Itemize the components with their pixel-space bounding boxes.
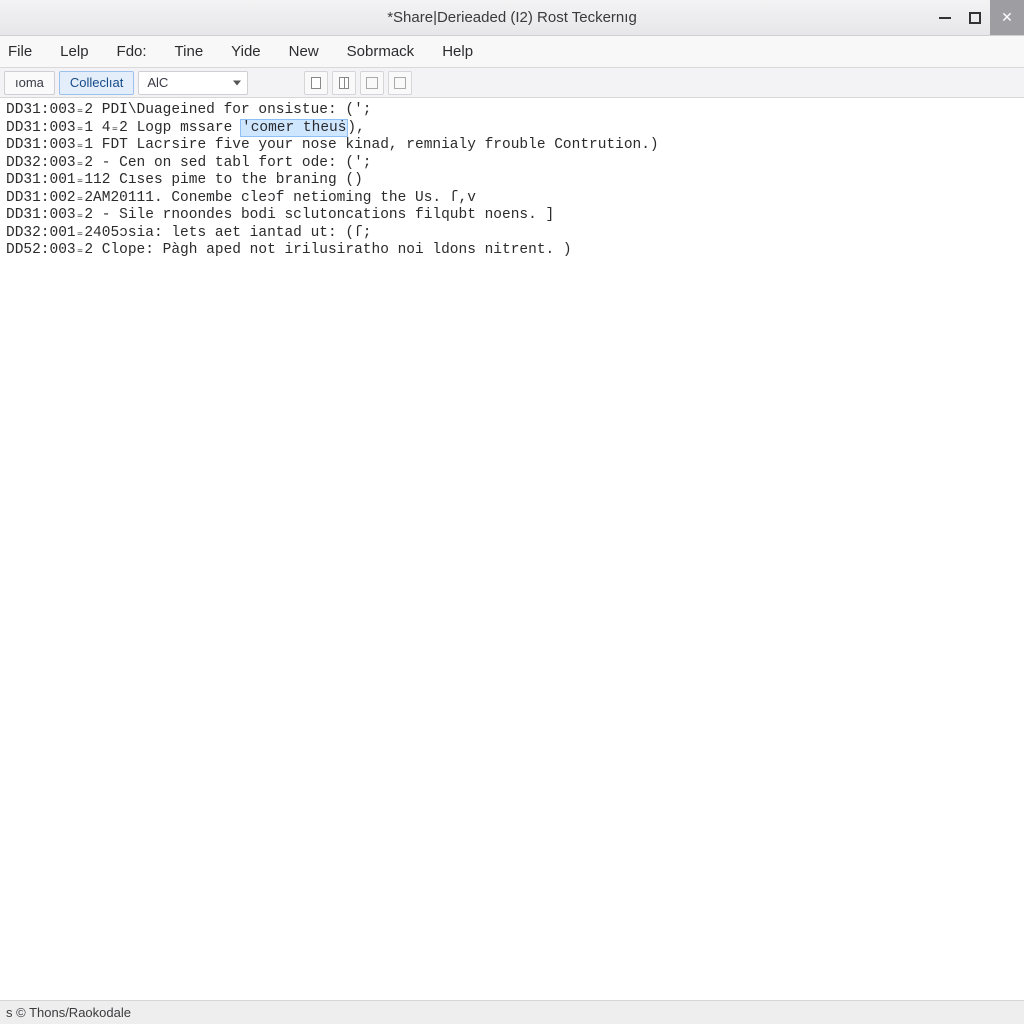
menu-new[interactable]: New bbox=[275, 36, 333, 67]
status-text: s © Thons/Raokodale bbox=[6, 1005, 131, 1020]
editor-line[interactable]: DD31:003₌1 FDT Lacrsire five your nose k… bbox=[6, 137, 1018, 155]
editor-line[interactable]: DD31:003₌1 4₌2 Logp mssare 'comer theuṡ)… bbox=[6, 120, 1018, 138]
close-button[interactable] bbox=[990, 0, 1024, 35]
toolbar-tab-1[interactable]: ıoma bbox=[4, 71, 55, 95]
editor-line[interactable]: DD52:003₌2 Clope: Pàgh aped not irilusir… bbox=[6, 242, 1018, 260]
toolbar-select[interactable]: AlC bbox=[138, 71, 248, 95]
menu-file[interactable]: File bbox=[0, 36, 46, 67]
editor-line[interactable]: DD31:003₌2 PDI\Duageined for onsistue: (… bbox=[6, 102, 1018, 120]
line-text: DD31:003₌2 PDI\Duageined for onsistue: (… bbox=[6, 102, 372, 118]
line-text: DD32:001₌2405ɔsia: lets aet iantad ut: (… bbox=[6, 225, 372, 241]
editor-line[interactable]: DD32:003₌2 - Cen on sed tabl fort ode: (… bbox=[6, 155, 1018, 173]
minimize-button[interactable] bbox=[930, 0, 960, 35]
line-text: DD31:003₌1 4₌2 Logp mssare bbox=[6, 120, 241, 136]
toolbar-select-value: AlC bbox=[147, 75, 168, 90]
box-icon bbox=[366, 77, 378, 89]
toolbar-doc-icon[interactable] bbox=[304, 71, 328, 95]
menu-fdo[interactable]: Fdo: bbox=[103, 36, 161, 67]
status-bar: s © Thons/Raokodale bbox=[0, 1000, 1024, 1024]
line-text: DD31:003₌1 FDT Lacrsire five your nose k… bbox=[6, 137, 659, 153]
toolbar: ıoma Colleclıat AlC bbox=[0, 68, 1024, 98]
line-text: DD31:003₌2 - Sile rnoondes bodi sclutonc… bbox=[6, 207, 554, 223]
line-text: ), bbox=[347, 120, 364, 136]
toolbar-box2-icon[interactable] bbox=[388, 71, 412, 95]
line-text: DD52:003₌2 Clope: Pàgh aped not irilusir… bbox=[6, 242, 572, 258]
editor-line[interactable]: DD31:001₌112 Cıses pime to the braning (… bbox=[6, 172, 1018, 190]
box-icon bbox=[394, 77, 406, 89]
line-text: DD31:001₌112 Cıses pime to the braning (… bbox=[6, 172, 363, 188]
menu-bar: File Lelp Fdo: Tine Yide New Sobrmack He… bbox=[0, 36, 1024, 68]
line-text: DD31:002₌2AM20111. Conembe cleɔf netiomi… bbox=[6, 190, 476, 206]
toolbar-box1-icon[interactable] bbox=[360, 71, 384, 95]
selection-highlight: 'comer theuṡ bbox=[241, 120, 347, 136]
editor-area[interactable]: DD31:003₌2 PDI\Duageined for onsistue: (… bbox=[0, 98, 1024, 1000]
toolbar-tab-2[interactable]: Colleclıat bbox=[59, 71, 134, 95]
menu-tine[interactable]: Tine bbox=[161, 36, 218, 67]
window-title: *Share|Derieaded (I2) Rost Teckernıg bbox=[0, 9, 1024, 26]
split-icon bbox=[339, 77, 349, 89]
menu-lelp[interactable]: Lelp bbox=[46, 36, 102, 67]
menu-help[interactable]: Help bbox=[428, 36, 487, 67]
editor-line[interactable]: DD32:001₌2405ɔsia: lets aet iantad ut: (… bbox=[6, 225, 1018, 243]
line-text: DD32:003₌2 - Cen on sed tabl fort ode: (… bbox=[6, 155, 372, 171]
toolbar-split-icon[interactable] bbox=[332, 71, 356, 95]
editor-line[interactable]: DD31:003₌2 - Sile rnoondes bodi sclutonc… bbox=[6, 207, 1018, 225]
document-icon bbox=[311, 77, 321, 89]
maximize-button[interactable] bbox=[960, 0, 990, 35]
menu-yide[interactable]: Yide bbox=[217, 36, 274, 67]
menu-sobrmack[interactable]: Sobrmack bbox=[333, 36, 429, 67]
title-bar: *Share|Derieaded (I2) Rost Teckernıg bbox=[0, 0, 1024, 36]
window-controls bbox=[930, 0, 1024, 35]
editor-line[interactable]: DD31:002₌2AM20111. Conembe cleɔf netiomi… bbox=[6, 190, 1018, 208]
